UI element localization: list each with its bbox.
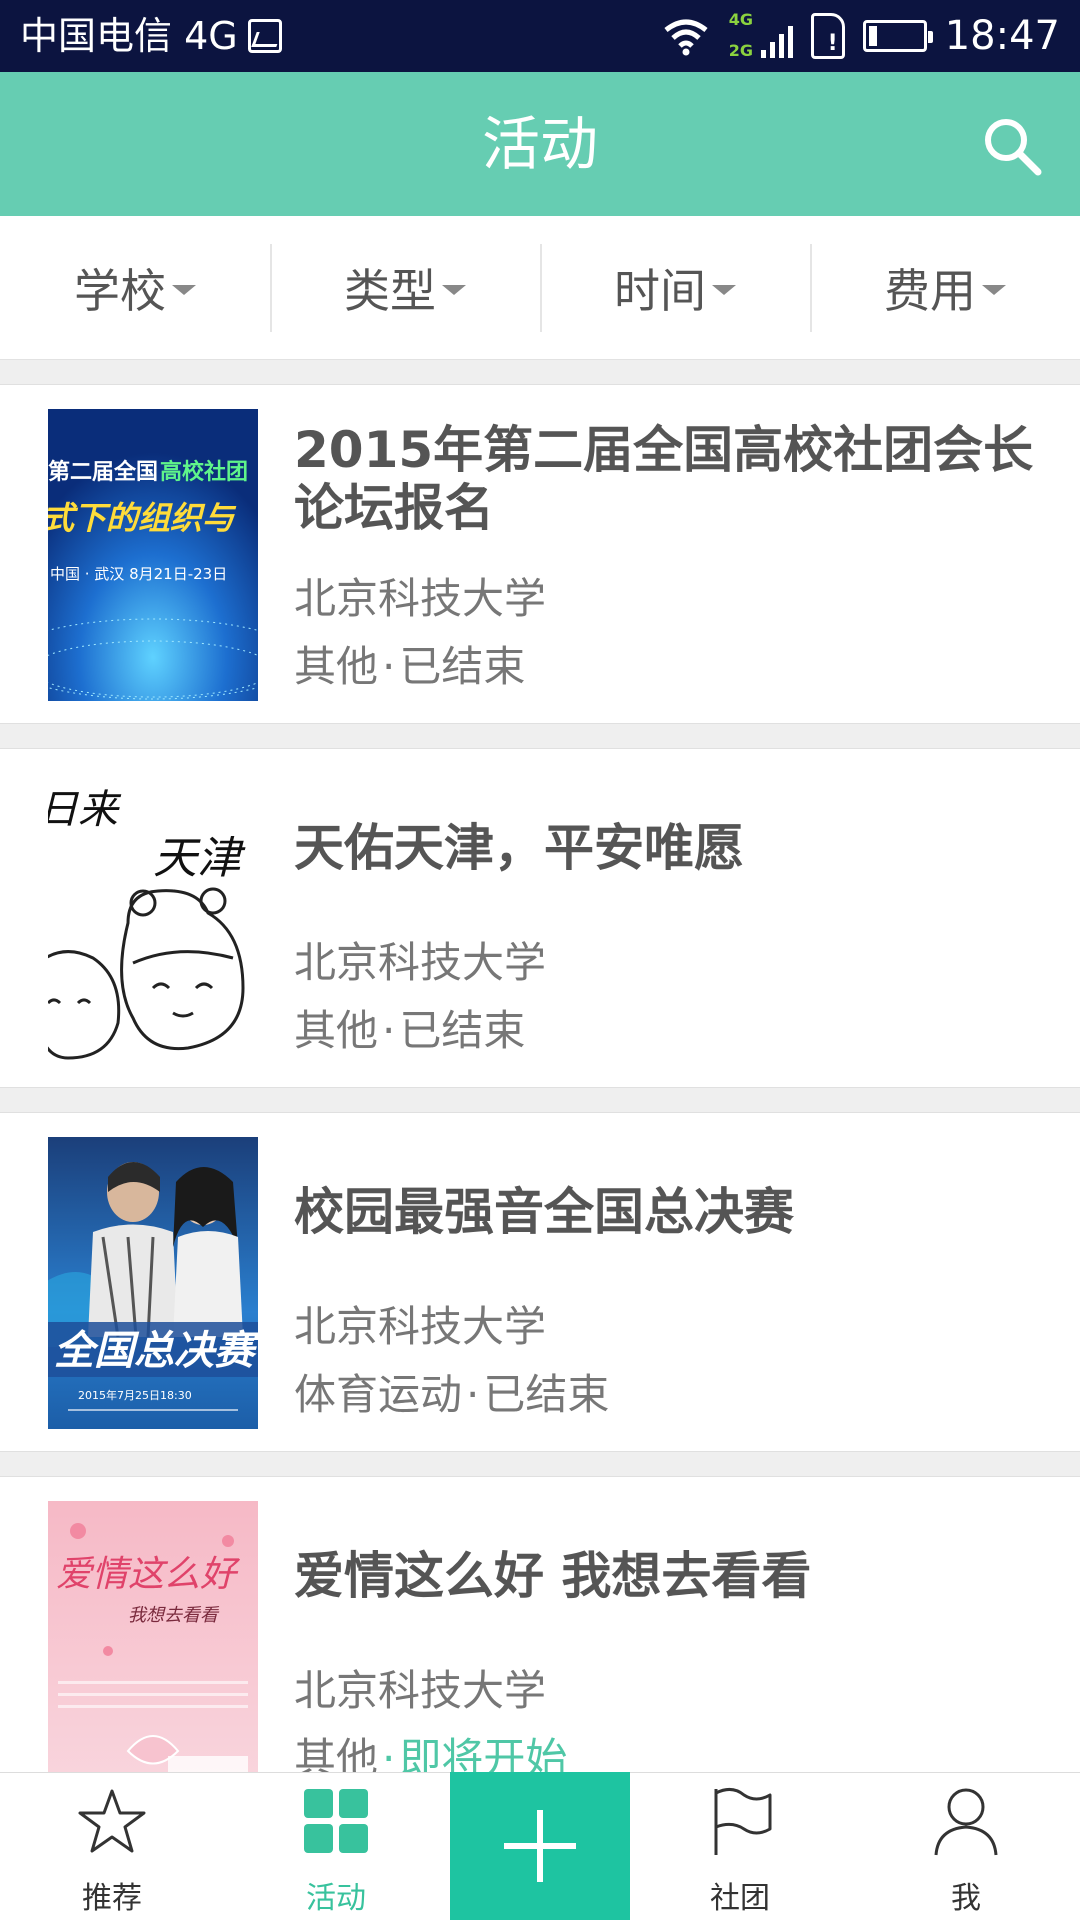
- filter-bar: 学校 类型 时间 费用: [0, 216, 1080, 360]
- activity-card[interactable]: 全国总决赛 2015年7月25日18:30 校园最强音全国总决赛 北京科技大学 …: [0, 1112, 1080, 1452]
- nav-recommend[interactable]: 推荐: [12, 1773, 212, 1920]
- svg-text:中国 · 武汉 8月21日-23日: 中国 · 武汉 8月21日-23日: [50, 565, 227, 583]
- activity-meta: 体育运动·已结束: [294, 1361, 609, 1422]
- svg-text:天津: 天津: [153, 833, 246, 884]
- sim-alert-icon: [810, 13, 845, 59]
- nav-label: 我: [951, 1881, 981, 1916]
- filter-label: 学校: [74, 263, 166, 318]
- activity-meta: 其他·已结束: [294, 633, 525, 694]
- activity-card[interactable]: 第二届全国 高校社团 式下的组织与 中国 · 武汉 8月21日-23日 2015…: [0, 384, 1080, 724]
- wifi-icon: [664, 19, 708, 56]
- dropdown-caret-icon: [712, 284, 736, 295]
- activity-card[interactable]: 爱情这么好 我想去看看 爱情这么好 我想去看看 北京科技大学 其他·即将开始: [0, 1476, 1080, 1772]
- bottom-nav: 推荐 活动 社团 我: [0, 1772, 1080, 1920]
- star-icon: [78, 1789, 146, 1853]
- dropdown-caret-icon: [442, 284, 466, 295]
- activity-category: 体育运动: [294, 1370, 463, 1419]
- svg-text:全国总决赛: 全国总决赛: [54, 1328, 258, 1374]
- activity-status: 已结束: [483, 1370, 610, 1419]
- activity-title: 天佑天津，平安唯愿: [294, 819, 744, 877]
- activity-thumbnail: 全国总决赛 2015年7月25日18:30: [48, 1137, 258, 1429]
- status-bar: 中国电信 4G 4G 2G 18:47: [0, 0, 1080, 72]
- activity-meta: 其他·即将开始: [294, 1725, 567, 1772]
- svg-text:第二届全国: 第二届全国: [48, 459, 158, 485]
- carrier-label: 中国电信 4G: [20, 14, 238, 58]
- activity-category: 其他: [294, 1006, 379, 1055]
- activity-thumbnail: 爱情这么好 我想去看看: [48, 1501, 258, 1772]
- filter-type[interactable]: 类型: [270, 216, 540, 359]
- grid-icon: [304, 1789, 368, 1853]
- activity-school: 北京科技大学: [294, 574, 547, 623]
- meta-separator: ·: [382, 1006, 396, 1055]
- dropdown-caret-icon: [982, 284, 1006, 295]
- meta-separator: ·: [466, 1370, 480, 1419]
- svg-text:爱情这么好: 爱情这么好: [56, 1554, 241, 1595]
- dropdown-caret-icon: [172, 284, 196, 295]
- activity-meta: 其他·已结束: [294, 997, 525, 1058]
- activity-list: 第二届全国 高校社团 式下的组织与 中国 · 武汉 8月21日-23日 2015…: [0, 384, 1080, 1772]
- nav-label: 活动: [306, 1881, 366, 1916]
- activity-category: 其他: [294, 642, 379, 691]
- status-left: 中国电信 4G: [20, 12, 282, 60]
- filter-time[interactable]: 时间: [540, 216, 810, 359]
- filter-label: 时间: [614, 263, 706, 318]
- app-bar: 活动: [0, 72, 1080, 216]
- activity-thumbnail: 第二届全国 高校社团 式下的组织与 中国 · 武汉 8月21日-23日: [48, 409, 258, 701]
- filter-label: 类型: [344, 263, 436, 318]
- page-title: 活动: [481, 110, 598, 178]
- activity-school: 北京科技大学: [294, 938, 547, 987]
- activity-title: 2015年第二届全国高校社团会长论坛报名: [294, 421, 1034, 537]
- filter-cost[interactable]: 费用: [810, 216, 1080, 359]
- activity-status: 已结束: [399, 1006, 526, 1055]
- filter-label: 费用: [884, 263, 976, 318]
- activity-status: 即将开始: [399, 1734, 568, 1772]
- activity-status: 已结束: [399, 642, 526, 691]
- clock: 18:47: [944, 13, 1060, 59]
- network-signal-icon: 4G 2G: [729, 10, 793, 62]
- activity-school: 北京科技大学: [294, 1302, 547, 1351]
- search-icon[interactable]: [980, 114, 1044, 178]
- activity-thumbnail: 日来 天津: [48, 773, 258, 1065]
- activity-title: 爱情这么好 我想去看看: [294, 1547, 812, 1605]
- activity-title: 校园最强音全国总决赛: [294, 1183, 794, 1241]
- status-right: 4G 2G 18:47: [661, 10, 1060, 62]
- meta-separator: ·: [382, 1734, 396, 1772]
- svg-text:日来: 日来: [48, 787, 122, 833]
- person-icon: [934, 1788, 998, 1856]
- nav-label: 推荐: [82, 1881, 142, 1916]
- filter-school[interactable]: 学校: [0, 216, 270, 359]
- activity-school: 北京科技大学: [294, 1666, 547, 1715]
- battery-icon: [862, 20, 933, 52]
- network-2g-label: 2G: [728, 41, 753, 60]
- network-4g-label: 4G: [728, 10, 753, 29]
- svg-text:高校社团: 高校社团: [160, 459, 248, 485]
- activity-card[interactable]: 日来 天津 天佑天津，平安唯愿 北京科技大学 其他·已结束: [0, 748, 1080, 1088]
- image-notification-icon: [247, 19, 282, 53]
- nav-label: 社团: [710, 1881, 770, 1916]
- nav-me[interactable]: 我: [866, 1773, 1066, 1920]
- svg-text:我想去看看: 我想去看看: [128, 1605, 220, 1626]
- nav-clubs[interactable]: 社团: [640, 1773, 840, 1920]
- activity-category: 其他: [294, 1734, 379, 1772]
- meta-separator: ·: [382, 642, 396, 691]
- flag-icon: [714, 1788, 772, 1855]
- nav-activities[interactable]: 活动: [236, 1773, 436, 1920]
- add-activity-button[interactable]: [450, 1772, 630, 1920]
- svg-text:式下的组织与: 式下的组织与: [48, 499, 237, 537]
- svg-text:2015年7月25日18:30: 2015年7月25日18:30: [78, 1388, 192, 1402]
